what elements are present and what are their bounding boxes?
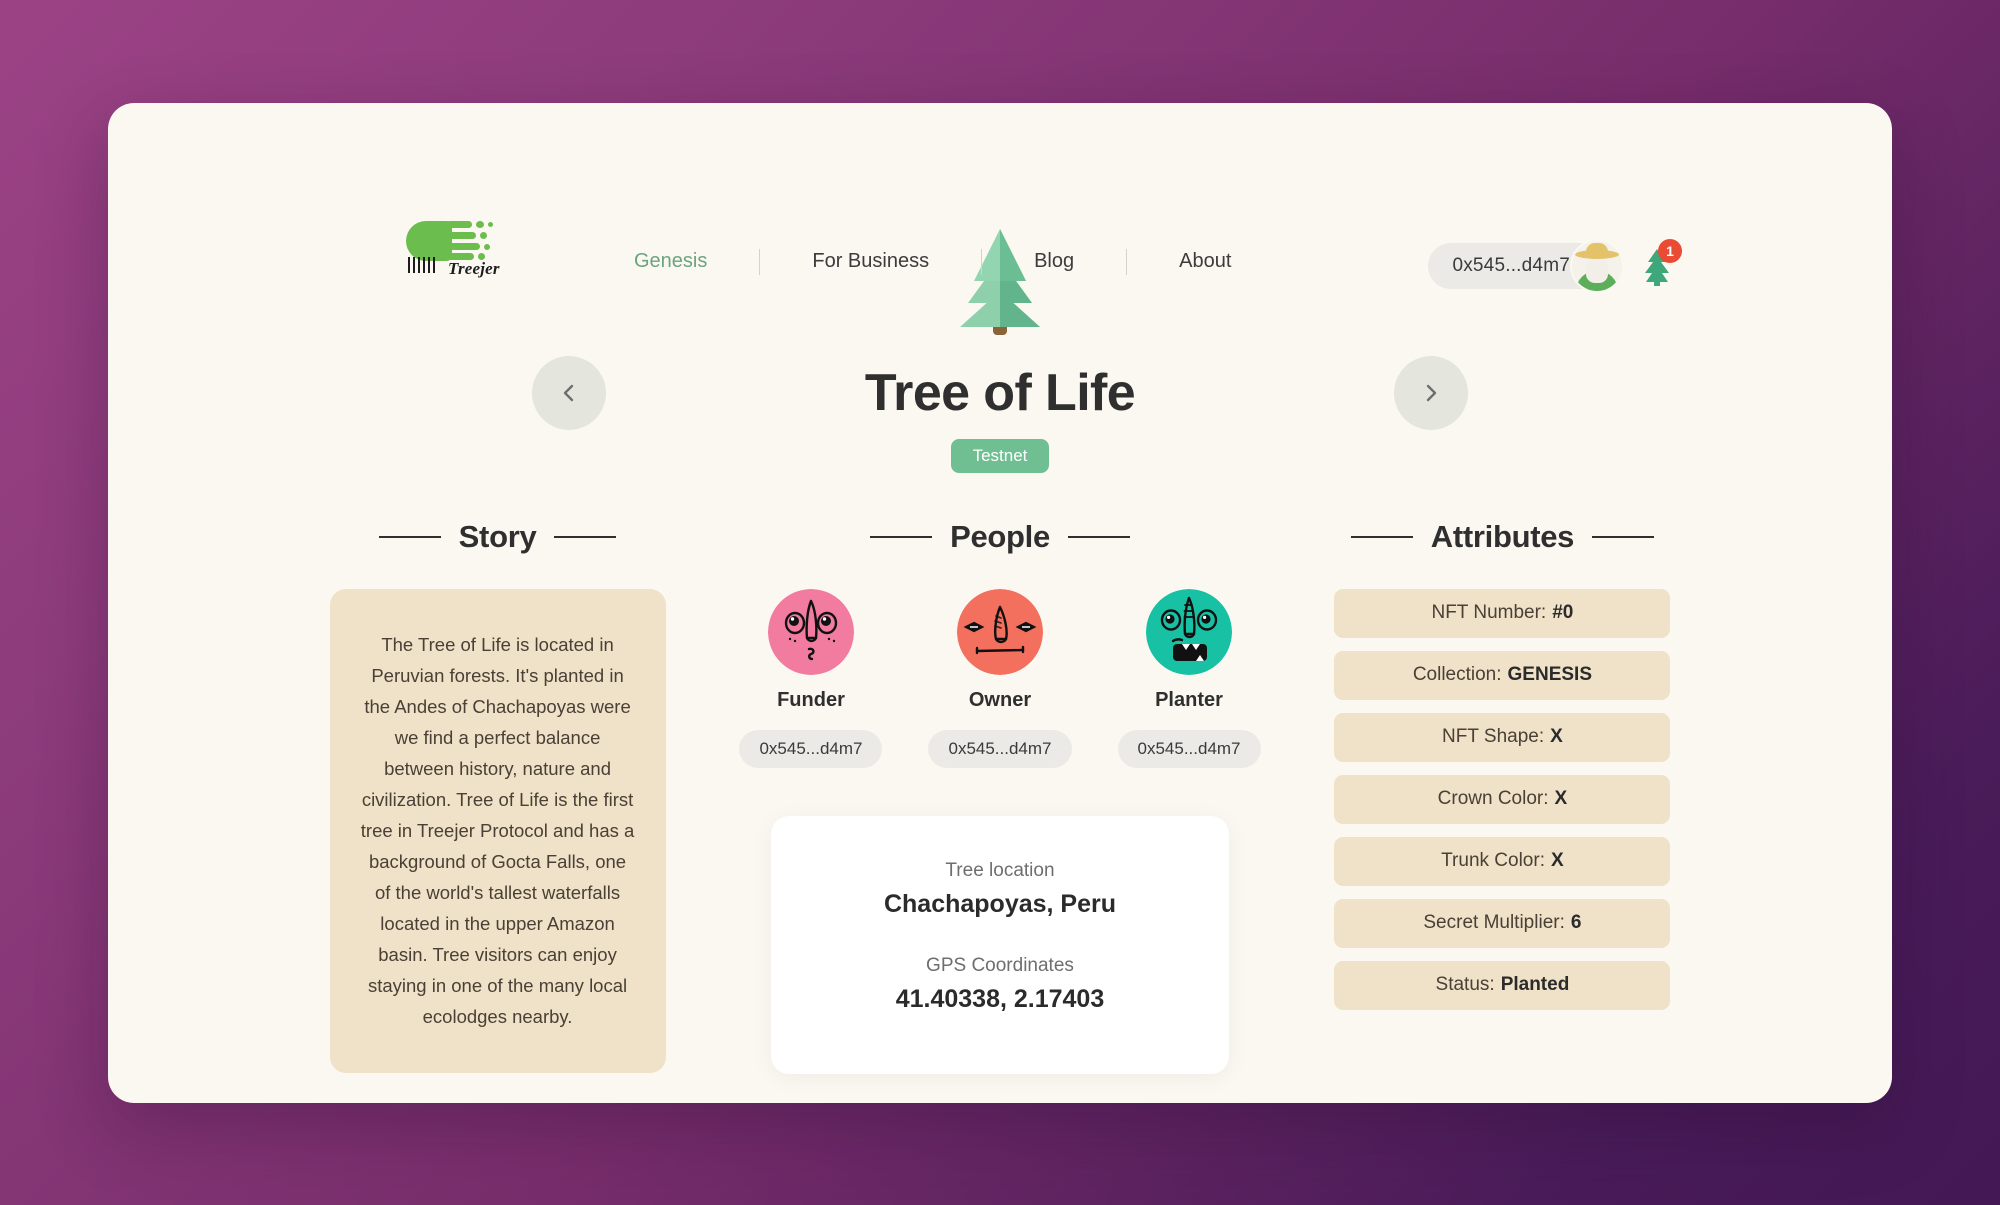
pine-tree-3d-icon [960, 228, 1040, 335]
attribute-value: X [1550, 726, 1563, 747]
attribute-row: Secret Multiplier: 6 [1334, 898, 1671, 948]
attribute-value: X [1550, 850, 1564, 871]
attribute-row: Collection: GENESIS [1334, 650, 1671, 700]
attribute-row: NFT Shape: X [1334, 712, 1671, 762]
attributes-column: Attributes NFT Number: #0 Collection: GE… [1261, 519, 1744, 1010]
chevron-left-icon [563, 384, 574, 401]
nav-item-blog[interactable]: Blog [1028, 250, 1080, 273]
attributes-heading-label: Attributes [1430, 518, 1575, 554]
owner-avatar[interactable] [956, 588, 1043, 675]
farmer-avatar-icon[interactable] [1570, 238, 1624, 293]
attribute-label: NFT Shape: [1442, 726, 1545, 747]
nav-item-genesis[interactable]: Genesis [628, 250, 713, 273]
attribute-value: GENESIS [1507, 664, 1593, 685]
attribute-label: NFT Number: [1431, 602, 1547, 623]
logo[interactable]: Treejer [406, 219, 500, 281]
attribute-label: Collection: [1412, 664, 1502, 685]
main-nav: Genesis For Business Blog About [628, 248, 1237, 275]
logo-wordmark: Treejer [448, 258, 500, 278]
nav-divider [981, 248, 983, 275]
site-header: Treejer Genesis For Business Blog About … [108, 103, 1892, 293]
attribute-row: Crown Color: X [1334, 774, 1671, 824]
funder-avatar[interactable] [767, 588, 854, 675]
owner-role-label: Owner [968, 688, 1032, 711]
funder-role-label: Funder [777, 688, 845, 711]
planter-avatar[interactable] [1146, 588, 1232, 675]
attributes-heading: Attributes [1350, 518, 1655, 555]
gps-coordinates-value: 41.40338, 2.17403 [895, 984, 1105, 1013]
attribute-value: Planted [1500, 974, 1570, 995]
attribute-label: Trunk Color: [1441, 850, 1545, 871]
person-planter: Planter 0x545...d4m7 [1117, 588, 1261, 768]
page-title: Tree of Life [864, 363, 1136, 422]
attribute-row: Status: Planted [1334, 960, 1671, 1010]
header-actions: 0x545...d4m7 1 [1428, 238, 1682, 293]
tree-location-value: Chachapoyas, Peru [883, 889, 1116, 918]
heading-rule-right [1067, 535, 1130, 538]
content-columns: Story The Tree of Life is located in Per… [108, 519, 1892, 1074]
attribute-label: Secret Multiplier: [1423, 912, 1565, 933]
people-heading: People [870, 519, 1130, 555]
heading-rule-right [554, 535, 617, 538]
attribute-label: Crown Color: [1437, 788, 1549, 809]
heading-rule-left [1350, 535, 1413, 538]
chevron-right-icon [1426, 384, 1437, 401]
planter-address-chip[interactable]: 0x545...d4m7 [1117, 729, 1261, 768]
wallet-address-chip[interactable]: 0x545...d4m7 [1428, 238, 1624, 293]
attribute-row: NFT Number: #0 [1334, 588, 1671, 638]
heading-rule-left [378, 535, 441, 538]
notification-count-badge: 1 [1658, 238, 1682, 263]
gps-coordinates-label: GPS Coordinates [926, 954, 1074, 976]
planter-face-icon [1146, 588, 1232, 675]
people-row: Funder 0x545...d4m7 Owner 0x545...d4m7 P… [739, 588, 1261, 768]
person-owner: Owner 0x545...d4m7 [928, 588, 1072, 768]
attributes-list: NFT Number: #0 Collection: GENESIS NFT S… [1334, 588, 1671, 1010]
heading-rule-left [870, 535, 933, 538]
story-text: The Tree of Life is located in Peruvian … [360, 633, 635, 1028]
nav-divider [1126, 248, 1128, 275]
attribute-value: 6 [1570, 912, 1582, 933]
story-column: Story The Tree of Life is located in Per… [256, 519, 739, 1073]
nav-divider [759, 248, 761, 275]
owner-face-icon [956, 588, 1043, 675]
planter-role-label: Planter [1155, 688, 1223, 711]
funder-face-icon [767, 588, 854, 675]
attribute-row: Trunk Color: X [1334, 836, 1671, 886]
story-card: The Tree of Life is located in Peruvian … [329, 588, 666, 1073]
heading-rule-right [1592, 535, 1655, 538]
funder-address-chip[interactable]: 0x545...d4m7 [739, 729, 883, 768]
story-heading: Story [378, 518, 617, 555]
tree-location-card: Tree location Chachapoyas, Peru GPS Coor… [770, 815, 1229, 1074]
attribute-value: X [1554, 788, 1568, 809]
title-row: Tree of Life [108, 355, 1892, 430]
nav-item-about[interactable]: About [1173, 250, 1237, 273]
attribute-label: Status: [1435, 974, 1495, 995]
previous-tree-button[interactable] [532, 355, 606, 430]
wallet-address-label: 0x545...d4m7 [1452, 254, 1570, 276]
next-tree-button[interactable] [1394, 355, 1468, 430]
nav-item-for-business[interactable]: For Business [806, 250, 935, 273]
attribute-value: #0 [1552, 602, 1574, 623]
people-column: People Funder 0x545...d4m7 Owner 0x545..… [739, 519, 1261, 1074]
network-badge: Testnet [950, 438, 1050, 473]
owner-address-chip[interactable]: 0x545...d4m7 [928, 729, 1072, 768]
person-funder: Funder 0x545...d4m7 [739, 588, 883, 768]
notifications-button[interactable]: 1 [1634, 238, 1682, 289]
tree-location-label: Tree location [945, 859, 1055, 881]
story-heading-label: Story [458, 518, 537, 554]
people-heading-label: People [950, 518, 1050, 554]
page-container: Treejer Genesis For Business Blog About … [108, 102, 1892, 1103]
